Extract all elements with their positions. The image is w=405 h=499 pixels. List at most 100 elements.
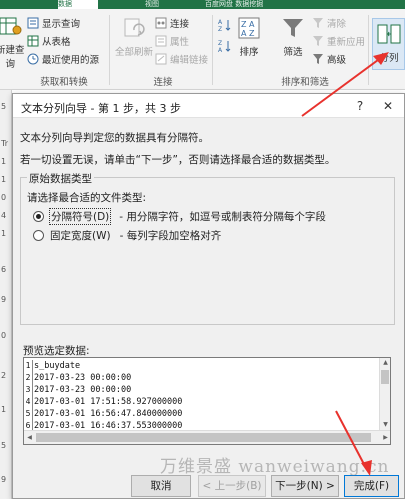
preview-row-number: 5 [25,409,31,418]
recent-sources-button[interactable]: 最近使用的源 [27,52,99,66]
text-to-columns-icon [377,24,401,44]
show-queries-icon [27,17,39,29]
fixed-width-option[interactable]: 固定宽度(W) - 每列字段加空格对齐 [33,228,221,243]
connections-button[interactable]: 连接 [155,16,189,30]
delimited-label[interactable]: 分隔符号(D) [49,208,112,225]
cancel-button[interactable]: 取消 [131,475,191,497]
scroll-left-arrow-icon[interactable]: ◀ [24,431,35,444]
properties-icon [155,35,167,47]
next-button[interactable]: 下一步(N) > [271,475,339,497]
refresh-icon [124,18,145,37]
filter-icon [283,19,303,37]
svg-text:Z: Z [241,20,247,29]
sheet-fragment: 5 [1,102,7,111]
group-label-get-transform: 获取和转换 [40,77,88,88]
ribbon-tab-baidu[interactable]: 百度网盘 数据挖掘 [205,0,263,9]
svg-text:Z: Z [249,29,255,38]
properties-label: 属性 [170,37,190,48]
filter-label: 筛选 [283,47,303,58]
text-to-columns-button[interactable]: 分列 [376,21,402,64]
group-label-connections: 连接 [153,77,173,88]
wizard-instruction-text: 若一切设置无误，请单击“下一步”，否则请选择最合适的数据类型。 [20,154,336,166]
close-button[interactable]: ✕ [379,98,397,114]
preview-horizontal-scrollbar[interactable]: ◀ ▶ [24,430,390,444]
svg-text:Z: Z [218,40,222,47]
dialog-title: 文本分列向导 - 第 1 步，共 3 步 [21,102,181,115]
preview-lines: 1 s_buydate 2 2017-03-23 00:00:00 3 2017-03… [24,360,182,432]
preview-row: 3 2017-03-23 00:00:00 [24,384,182,396]
preview-vertical-scrollbar[interactable]: ▲ ▼ [379,358,390,430]
connections-label: 连接 [170,19,190,30]
horizontal-scroll-thumb[interactable] [36,433,371,442]
sort-button[interactable]: Z A A Z 排序 [236,15,262,58]
edit-links-icon [155,53,167,65]
advanced-filter-label: 高级 [327,55,347,66]
wizard-intro-text: 文本分列向导判定您的数据具有分隔符。 [20,132,209,144]
svg-text:Z: Z [218,26,222,32]
sort-descending-button[interactable]: ZA [218,39,232,53]
new-query-icon [0,17,22,35]
ribbon-tab-data[interactable]: 数据 [58,0,98,9]
show-queries-button[interactable]: 显示查询 [27,16,80,30]
ribbon-tab-data-label: 数据 [58,0,72,8]
svg-text:A: A [218,47,223,53]
preview-row-number: 4 [25,397,31,406]
refresh-all-label: 全部刷新 [115,47,154,58]
file-type-prompt: 请选择最合适的文件类型: [27,192,147,204]
dialog-titlebar[interactable]: 文本分列向导 - 第 1 步，共 3 步 ? ✕ [13,94,404,118]
svg-text:A: A [249,20,255,29]
properties-button[interactable]: 属性 [155,34,189,48]
new-query-button[interactable]: 新建查 询 [0,13,25,70]
preview-row-text: 2017-03-23 00:00:00 [34,385,132,395]
sheet-fragment: 1 [1,229,7,238]
svg-text:A: A [218,19,223,26]
help-button[interactable]: ? [351,98,369,114]
sort-ascending-button[interactable]: AZ [218,18,232,32]
ribbon-tab-bar: 数据 视图 百度网盘 数据挖掘 [0,0,405,9]
advanced-filter-button[interactable]: 高级 [312,52,346,66]
filter-button[interactable]: 筛选 [280,15,306,58]
sort-label: 排序 [239,47,259,58]
sheet-fragment: 9 [1,295,7,304]
sort-ascending-icon: AZ [218,19,231,32]
original-data-type-group: 原始数据类型 请选择最合适的文件类型: 分隔符号(D) - 用分隔字符，如逗号或… [20,171,395,325]
from-table-button[interactable]: 从表格 [27,34,71,48]
ribbon-tab-view[interactable]: 视图 [145,0,159,9]
sheet-fragment: 9 [1,475,7,484]
sheet-fragment: 4 [1,211,7,220]
sheet-fragment: 1 [1,157,7,166]
sheet-fragment: 1 [1,175,7,184]
table-icon [27,35,39,47]
edit-links-button[interactable]: 编辑链接 [155,52,208,66]
refresh-all-button[interactable]: 全部刷新 [115,15,153,58]
preview-row-number: 1 [25,361,31,370]
connections-icon [155,17,167,29]
scroll-down-arrow-icon[interactable]: ▼ [380,420,390,430]
from-table-label: 从表格 [42,37,71,48]
delimited-option[interactable]: 分隔符号(D) - 用分隔字符，如逗号或制表符分隔每个字段 [33,208,326,225]
scroll-up-arrow-icon[interactable]: ▲ [380,358,390,368]
reapply-button[interactable]: 重新应用 [312,34,365,48]
fixed-width-label[interactable]: 固定宽度(W) [49,228,112,243]
reapply-icon [313,36,323,46]
vertical-scroll-thumb[interactable] [381,370,389,384]
sort-descending-icon: ZA [218,40,231,53]
fixed-width-radio[interactable] [33,230,44,241]
reapply-label: 重新应用 [327,37,366,48]
preview-row-text: s_buydate [34,361,81,371]
group-title: 原始数据类型 [27,171,94,186]
ribbon-separator [109,15,110,85]
new-query-sub: 询 [5,59,16,70]
data-preview-box[interactable]: 1 s_buydate 2 2017-03-23 00:00:00 3 2017-03… [23,357,391,445]
delimited-description: - 用分隔字符，如逗号或制表符分隔每个字段 [119,211,326,223]
preview-row: 4 2017-03-01 17:51:58.927000000 [24,396,182,408]
scroll-right-arrow-icon[interactable]: ▶ [380,431,390,444]
preview-row: 5 2017-03-01 16:56:47.840000000 [24,408,182,420]
preview-label: 预览选定数据: [23,345,90,357]
back-button[interactable]: < 上一步(B) [198,475,266,497]
finish-button[interactable]: 完成(F) [344,475,399,497]
sheet-fragment: 2 [1,371,7,380]
preview-row-text: 2017-03-01 17:51:58.927000000 [34,397,183,407]
clear-filter-button[interactable]: 清除 [312,16,346,30]
delimited-radio[interactable] [33,211,44,222]
